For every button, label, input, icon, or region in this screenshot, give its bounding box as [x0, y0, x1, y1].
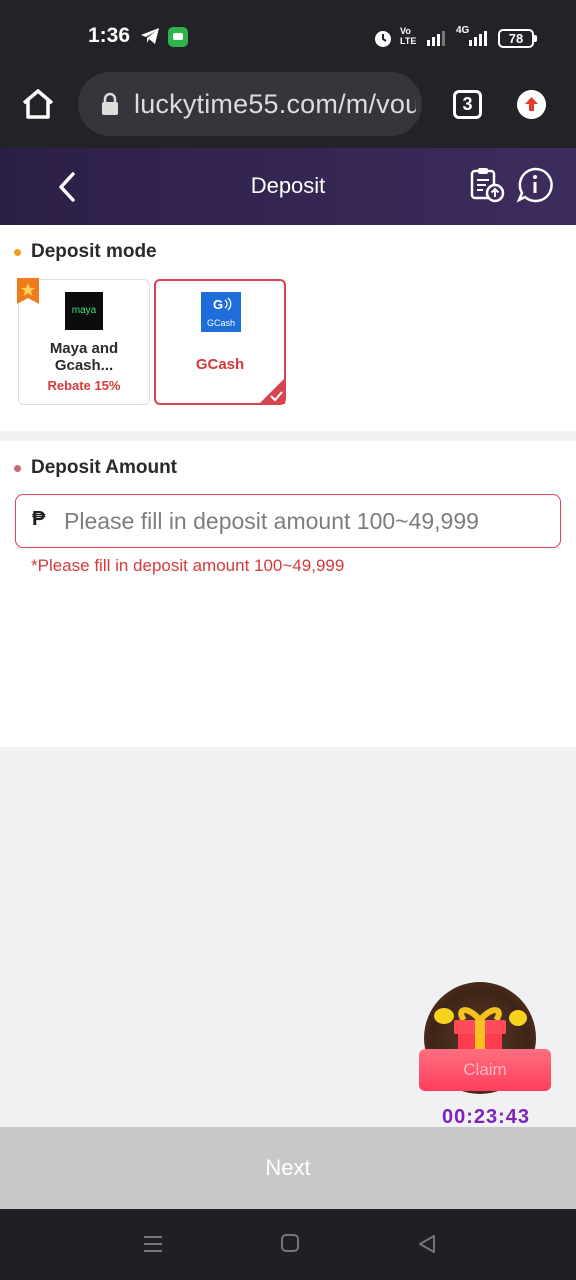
deposit-mode-section: Deposit mode maya Maya and Gcash... Reba…: [0, 225, 576, 431]
peso-currency-icon: ₱: [32, 508, 46, 530]
volte-indicator: Vo LTE: [400, 26, 417, 46]
deposit-amount-section: Deposit Amount ₱ *Please fill in deposit…: [0, 441, 576, 747]
gcash-logo-text: GCash: [206, 318, 235, 328]
next-button[interactable]: Next: [0, 1127, 576, 1209]
address-bar[interactable]: luckytime55.com/m/vou: [78, 72, 422, 136]
deposit-mode-title: Deposit mode: [14, 241, 157, 263]
maya-logo: maya: [65, 292, 103, 330]
battery-indicator: 78: [498, 29, 537, 48]
help-icon[interactable]: [516, 166, 554, 204]
tabs-button[interactable]: 3: [453, 90, 482, 119]
amount-hint: *Please fill in deposit amount 100~49,99…: [31, 556, 345, 575]
payment-method-maya[interactable]: maya Maya and Gcash... Rebate 15%: [17, 278, 150, 405]
payment-method-gcash[interactable]: G GCash GCash: [154, 279, 286, 405]
url-text: luckytime55.com/m/vou: [134, 89, 416, 119]
deposit-amount-title: Deposit Amount: [14, 457, 177, 479]
signal-icon: [469, 31, 487, 46]
nav-back-icon[interactable]: [416, 1233, 438, 1255]
system-nav-bar: [0, 1209, 576, 1280]
amount-input-container[interactable]: ₱: [15, 494, 561, 548]
telegram-icon: [141, 28, 159, 44]
browser-toolbar: luckytime55.com/m/vou 3: [0, 70, 576, 148]
status-bar: 1:36 Vo LTE 4G 78: [0, 0, 576, 70]
recommended-badge-icon: [17, 278, 39, 304]
status-time: 1:36: [88, 24, 131, 47]
nav-home-icon[interactable]: [280, 1233, 300, 1253]
svg-text:G: G: [213, 297, 223, 312]
countdown-timer: 00:23:43: [441, 1106, 531, 1128]
deposit-record-icon[interactable]: [468, 166, 506, 204]
rebate-label: Rebate 15%: [47, 378, 121, 393]
gift-claim-widget[interactable]: Claim 00:23:43: [416, 976, 556, 1136]
messages-icon: [168, 27, 188, 47]
claim-button[interactable]: Claim: [419, 1049, 551, 1091]
recent-apps-icon[interactable]: [142, 1233, 164, 1255]
payment-method-name: GCash: [195, 356, 245, 373]
app-header: Deposit: [0, 148, 576, 225]
deposit-amount-input[interactable]: [64, 501, 554, 541]
gcash-logo: G GCash: [201, 292, 241, 332]
upgrade-icon[interactable]: [517, 90, 546, 119]
section-divider: [0, 431, 576, 441]
payment-method-name: Maya and Gcash...: [49, 340, 119, 374]
lock-icon: [102, 92, 118, 115]
home-icon[interactable]: [20, 86, 56, 122]
alarm-icon: [375, 31, 391, 47]
selected-check-icon: [259, 378, 285, 404]
signal-icon: [427, 31, 445, 46]
